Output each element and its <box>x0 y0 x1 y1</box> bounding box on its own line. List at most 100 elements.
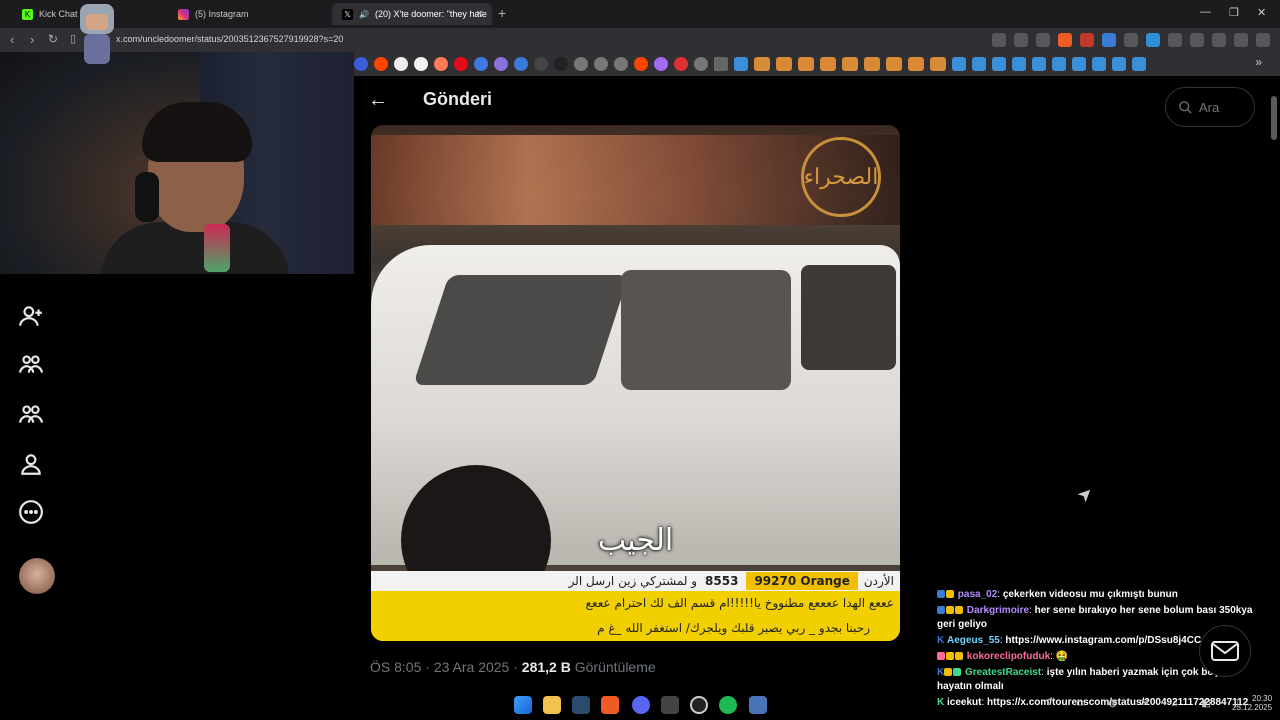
extension-icon[interactable] <box>1146 33 1160 47</box>
steam-icon[interactable] <box>1132 57 1146 71</box>
discord-icon[interactable] <box>632 696 650 714</box>
badge-icon <box>946 652 954 661</box>
tab-x-post[interactable]: 𝕏 🔊 (20) X'te doomer: "they hate ✕ <box>332 3 492 25</box>
extension-icon[interactable] <box>1124 33 1138 47</box>
bookmark-icon[interactable] <box>474 57 488 71</box>
bookmarks-overflow-icon[interactable]: » <box>1255 55 1262 69</box>
forward-icon[interactable]: › <box>30 32 34 47</box>
bookmark-icon[interactable] <box>554 57 568 71</box>
post-meta: ÖS 8:05 · 23 Ara 2025 · 281,2 B Görüntül… <box>370 659 656 675</box>
tab-instagram[interactable]: (5) Instagram <box>168 3 328 25</box>
channel-logo: الصحراء <box>801 137 881 217</box>
brave-shield-icon[interactable] <box>1058 33 1072 47</box>
communities-icon[interactable] <box>18 401 44 427</box>
taskbar-clock[interactable]: 20:30 23.12.2025 <box>1232 694 1272 712</box>
bookmark-icon[interactable] <box>574 57 588 71</box>
bookmark-icon[interactable] <box>654 57 668 71</box>
new-tab-button[interactable]: + <box>498 5 506 21</box>
bookmark-icon[interactable] <box>842 57 858 71</box>
communities-icon[interactable] <box>18 351 44 377</box>
bookmark-icon[interactable] <box>754 57 770 71</box>
video-player[interactable]: الصحراء الجيب الأردن 99270 Orange 8553 و… <box>371 125 900 641</box>
back-icon[interactable]: ‹ <box>10 32 14 47</box>
bookmark-icon[interactable] <box>864 57 880 71</box>
steam-icon[interactable] <box>734 57 748 71</box>
system-tray[interactable]: ⌃ ▭ ◍ ✉ ♫ ◧ ▯ <box>1045 698 1249 709</box>
chat-text: çekerken videosu mu çıkmıştı bunun <box>1002 589 1178 600</box>
view-label: Görüntüleme <box>574 659 656 675</box>
steam-icon[interactable] <box>572 696 590 714</box>
post-time[interactable]: ÖS 8:05 <box>370 659 421 675</box>
search-placeholder: Ara <box>1199 99 1220 115</box>
bookmark-icon[interactable] <box>674 57 688 71</box>
more-icon[interactable] <box>18 499 44 525</box>
bookmark-icon[interactable] <box>694 57 708 71</box>
brave-icon[interactable] <box>601 696 619 714</box>
back-arrow-icon[interactable]: ← <box>368 89 388 112</box>
bookmark-icon[interactable] <box>776 57 792 71</box>
bookmark-icon[interactable] <box>494 57 508 71</box>
bookmark-icon[interactable] <box>798 57 814 71</box>
obs-icon[interactable] <box>690 696 708 714</box>
bookmark-icon[interactable] <box>414 57 428 71</box>
bookmark-icon[interactable] <box>594 57 608 71</box>
bookmark-icon[interactable] <box>820 57 836 71</box>
messages-icon[interactable] <box>1199 625 1251 677</box>
bookmark-icon[interactable] <box>514 57 528 71</box>
bookmark-icon[interactable] <box>434 57 448 71</box>
extension-icon[interactable] <box>1080 33 1094 47</box>
steam-icon[interactable] <box>1012 57 1026 71</box>
file-explorer-icon[interactable] <box>543 696 561 714</box>
bookmark-icon[interactable] <box>614 57 628 71</box>
close-tab-icon[interactable]: ✕ <box>476 9 484 20</box>
ticker-bottom: رحبنا بجدو _ ربي يصبر قلبك ويلجرك/ استغف… <box>371 617 900 641</box>
steam-icon[interactable] <box>1032 57 1046 71</box>
bookmark-icon[interactable] <box>374 57 388 71</box>
close-window-icon[interactable]: ✕ <box>1257 6 1266 19</box>
app-icon[interactable] <box>749 696 767 714</box>
reload-icon[interactable]: ↻ <box>48 32 58 46</box>
steam-icon[interactable] <box>952 57 966 71</box>
maximize-icon[interactable]: ❐ <box>1229 6 1239 19</box>
app-icon[interactable] <box>661 696 679 714</box>
zoom-icon[interactable] <box>1014 33 1028 47</box>
post-date[interactable]: 23 Ara 2025 <box>434 659 510 675</box>
bookmark-icon[interactable] <box>634 57 648 71</box>
extension-icon[interactable] <box>1102 33 1116 47</box>
bookmark-icon[interactable] <box>908 57 924 71</box>
scrollbar[interactable] <box>1271 96 1277 140</box>
badge-icon <box>937 606 945 615</box>
music-icon[interactable] <box>1234 33 1248 47</box>
steam-icon[interactable] <box>1112 57 1126 71</box>
tab-bar: K Kick Chat Taki (5) Instagram 𝕏 🔊 (20) … <box>0 0 1280 28</box>
share-icon[interactable] <box>1036 33 1050 47</box>
spotify-icon[interactable] <box>719 696 737 714</box>
steam-icon[interactable] <box>992 57 1006 71</box>
ticker-number: 8553 <box>705 574 739 588</box>
profile-icon[interactable] <box>18 451 44 477</box>
sidebar-icon[interactable] <box>1212 33 1226 47</box>
badge-icon <box>955 606 963 615</box>
steam-icon[interactable] <box>1052 57 1066 71</box>
steam-icon[interactable] <box>1092 57 1106 71</box>
url-field[interactable]: x.com/uncledoomer/status/200351236752791… <box>116 34 343 44</box>
bookmark-icon[interactable] <box>886 57 902 71</box>
steam-icon[interactable] <box>972 57 986 71</box>
steam-icon[interactable] <box>1072 57 1086 71</box>
bookmark-icon[interactable] <box>930 57 946 71</box>
bookmark-icon[interactable] <box>394 57 408 71</box>
extension-icon[interactable] <box>992 33 1006 47</box>
bookmark-icon[interactable] <box>534 57 548 71</box>
search-input[interactable]: Ara <box>1165 87 1255 127</box>
minimize-icon[interactable]: — <box>1200 6 1211 18</box>
windows-start-icon[interactable] <box>514 696 532 714</box>
follow-icon[interactable] <box>18 303 44 329</box>
badge-icon <box>955 652 963 661</box>
puzzle-icon[interactable] <box>1190 33 1204 47</box>
extension-icon[interactable] <box>1168 33 1182 47</box>
avatar[interactable] <box>19 558 55 594</box>
bookmark-icon[interactable] <box>454 57 468 71</box>
folder-icon[interactable] <box>714 57 728 71</box>
menu-icon[interactable] <box>1256 33 1270 47</box>
bookmark-icon[interactable] <box>354 57 368 71</box>
